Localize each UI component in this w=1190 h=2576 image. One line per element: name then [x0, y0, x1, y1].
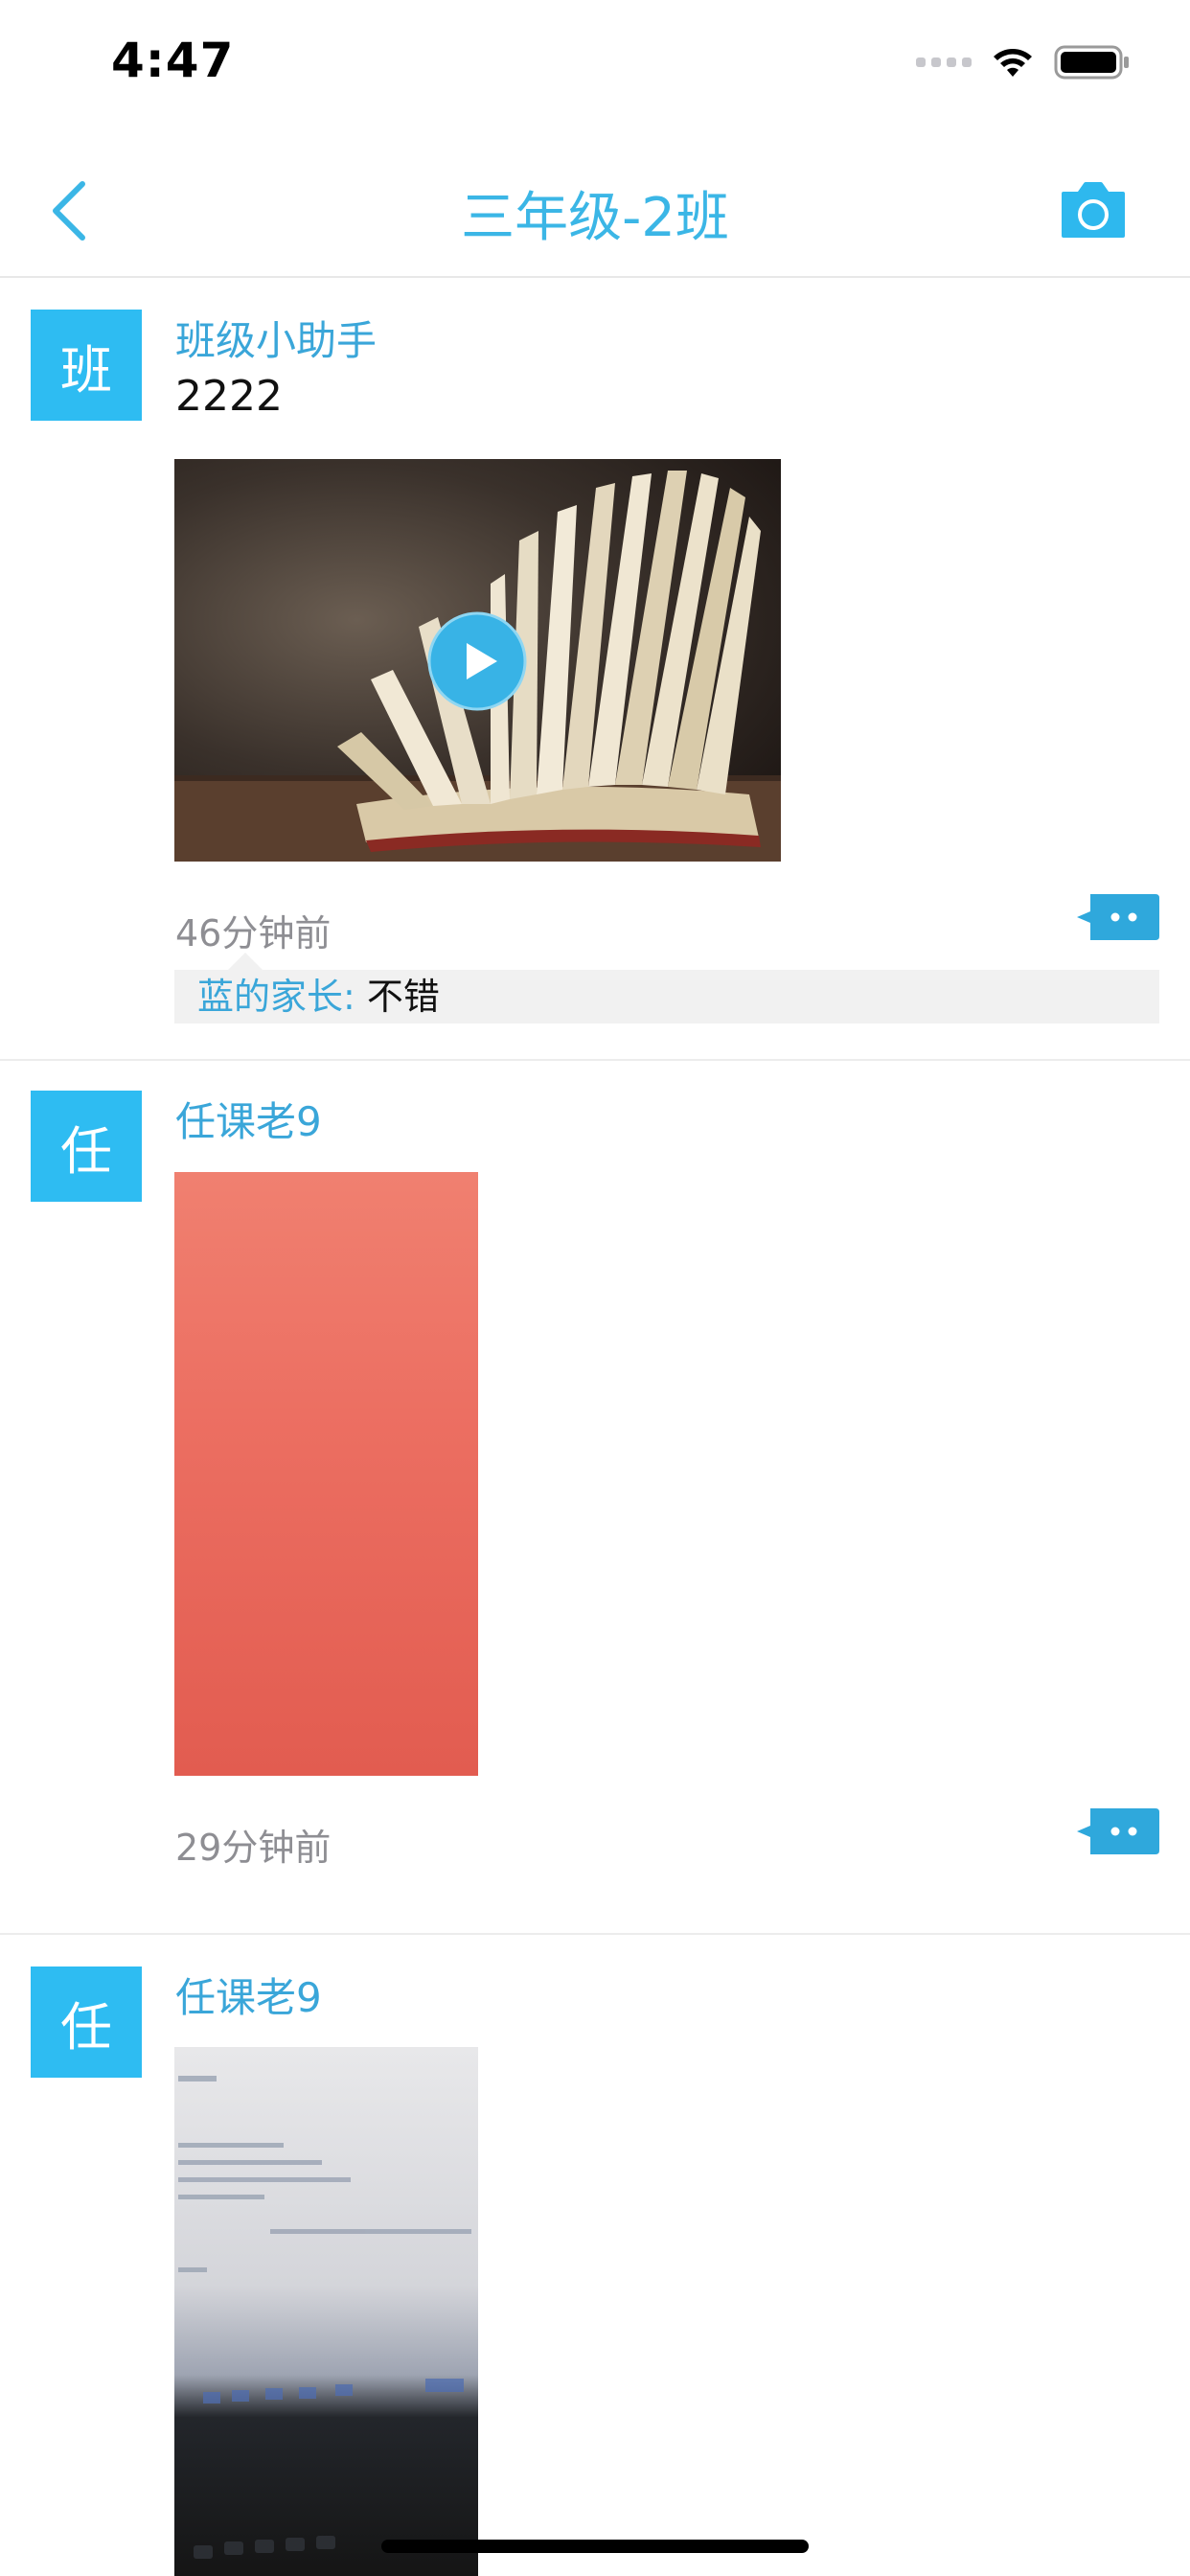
nav-divider	[0, 276, 1190, 278]
poster-name[interactable]: 班级小助手	[175, 309, 377, 367]
avatar[interactable]: 任	[31, 1091, 142, 1202]
video-thumbnail[interactable]	[174, 459, 781, 862]
comment-icon[interactable]	[1077, 1808, 1159, 1854]
post-divider	[0, 1933, 1190, 1935]
comment-row[interactable]: 蓝的家长: 不错	[174, 970, 1159, 1024]
comment-text: 不错	[366, 976, 440, 1018]
post-photo[interactable]	[174, 2047, 478, 2576]
avatar[interactable]: 班	[31, 310, 142, 421]
post-photo[interactable]	[174, 1172, 478, 1776]
wifi-icon	[994, 49, 1032, 77]
home-indicator	[381, 2540, 809, 2553]
post-divider	[0, 1059, 1190, 1061]
cellular-signal-icon	[916, 58, 972, 67]
comment-icon[interactable]	[1077, 894, 1159, 940]
status-icons	[916, 40, 1131, 84]
comment-caret	[228, 953, 263, 970]
avatar[interactable]: 任	[31, 1966, 142, 2078]
screen-photo-detail	[178, 2076, 471, 2559]
camera-icon[interactable]	[1060, 180, 1127, 240]
play-icon[interactable]	[426, 610, 528, 712]
class-feed-screen: 4:47 三年级-2班 班 班级小助手 2222 46分钟前 蓝的家长: 不错 …	[0, 0, 1190, 2576]
comment-author[interactable]: 蓝的家长:	[197, 976, 355, 1018]
poster-name[interactable]: 任课老9	[175, 1966, 322, 2024]
status-time: 4:47	[111, 33, 235, 88]
poster-name[interactable]: 任课老9	[175, 1090, 322, 1148]
battery-icon	[1054, 45, 1129, 80]
post-timestamp: 46分钟前	[175, 912, 332, 954]
page-title: 三年级-2班	[461, 187, 729, 249]
post-text: 2222	[175, 372, 283, 421]
post-timestamp: 29分钟前	[175, 1827, 332, 1869]
